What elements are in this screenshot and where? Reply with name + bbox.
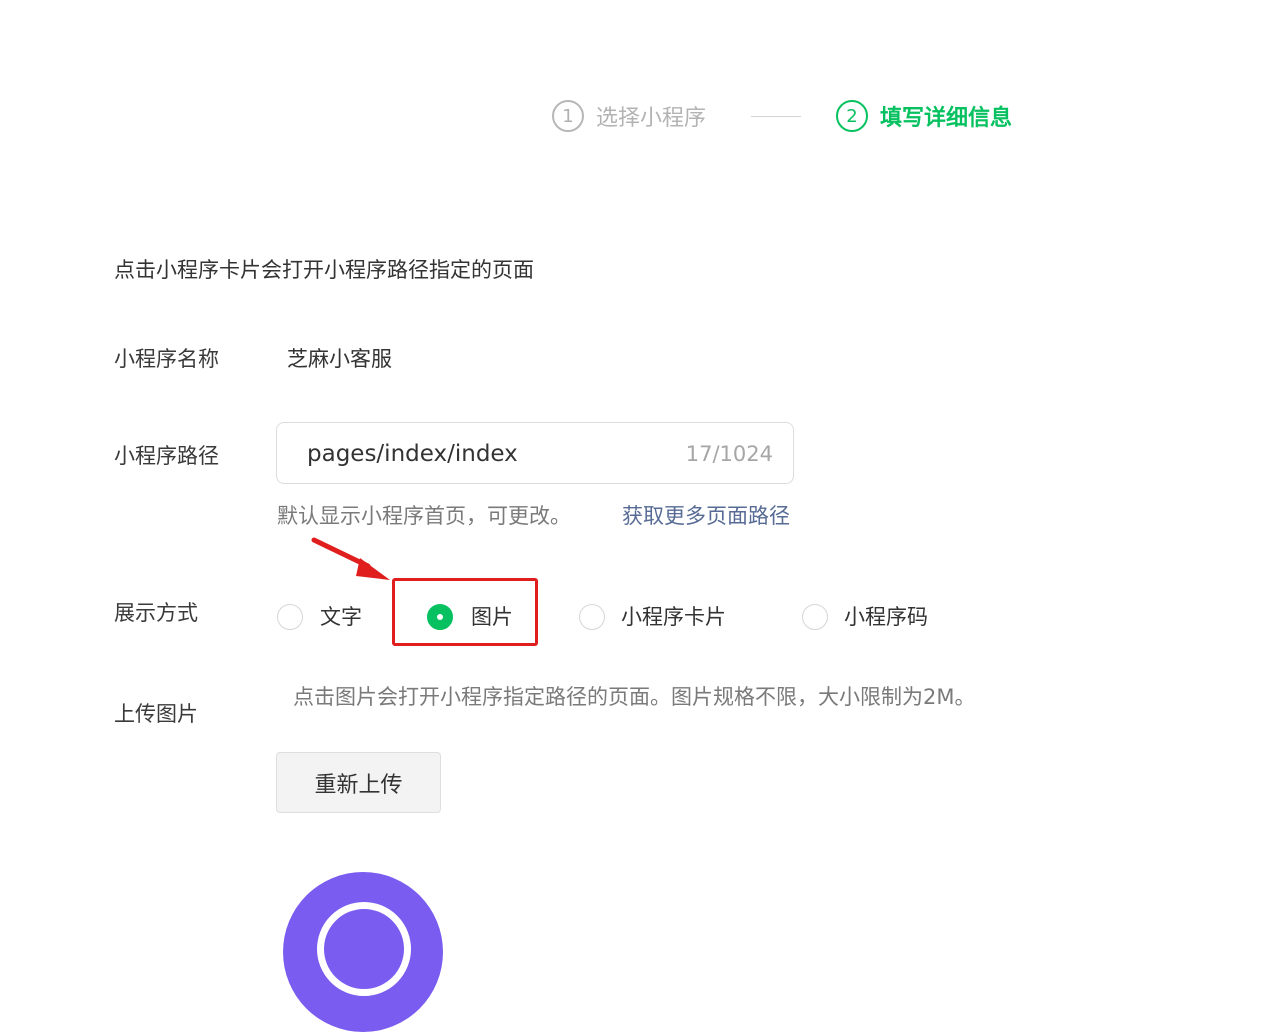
option-label-mini-program-card[interactable]: 小程序卡片 <box>621 607 726 628</box>
step-label-1: 选择小程序 <box>596 106 707 131</box>
step-label-2: 填写详细信息 <box>880 106 1013 131</box>
mini-program-path-input[interactable]: pages/index/index 17/1024 <box>276 422 794 484</box>
step-number-2: 2 <box>836 100 868 132</box>
radio-mini-program-card[interactable] <box>579 604 605 630</box>
display-mode-label: 展示方式 <box>114 601 198 625</box>
upload-image-hint: 点击图片会打开小程序指定路径的页面。图片规格不限，大小限制为2M。 <box>293 685 976 709</box>
radio-mini-program-code[interactable] <box>802 604 828 630</box>
path-hint-text: 默认显示小程序首页，可更改。 <box>277 504 571 528</box>
reupload-button[interactable]: 重新上传 <box>276 752 441 813</box>
option-label-mini-program-code[interactable]: 小程序码 <box>844 607 928 628</box>
step-number-1: 1 <box>552 100 584 132</box>
annotation-highlight-box <box>392 578 538 646</box>
radio-text[interactable] <box>277 604 303 630</box>
intro-text: 点击小程序卡片会打开小程序路径指定的页面 <box>114 258 534 282</box>
mini-program-name-value: 芝麻小客服 <box>287 347 392 371</box>
path-input-value: pages/index/index <box>307 441 518 467</box>
mini-program-path-label: 小程序路径 <box>114 444 219 468</box>
step-divider <box>751 116 801 117</box>
option-label-text[interactable]: 文字 <box>320 607 362 628</box>
annotation-arrow-icon <box>311 537 390 580</box>
step-select-mini-program: 1 选择小程序 <box>552 98 706 134</box>
mini-program-name-label: 小程序名称 <box>114 347 219 371</box>
upload-image-label: 上传图片 <box>114 702 198 726</box>
path-char-count: 17/1024 <box>685 442 773 466</box>
uploaded-image-preview <box>283 872 443 1032</box>
more-page-paths-link[interactable]: 获取更多页面路径 <box>622 506 790 527</box>
step-fill-details: 2 填写详细信息 <box>836 98 1012 134</box>
